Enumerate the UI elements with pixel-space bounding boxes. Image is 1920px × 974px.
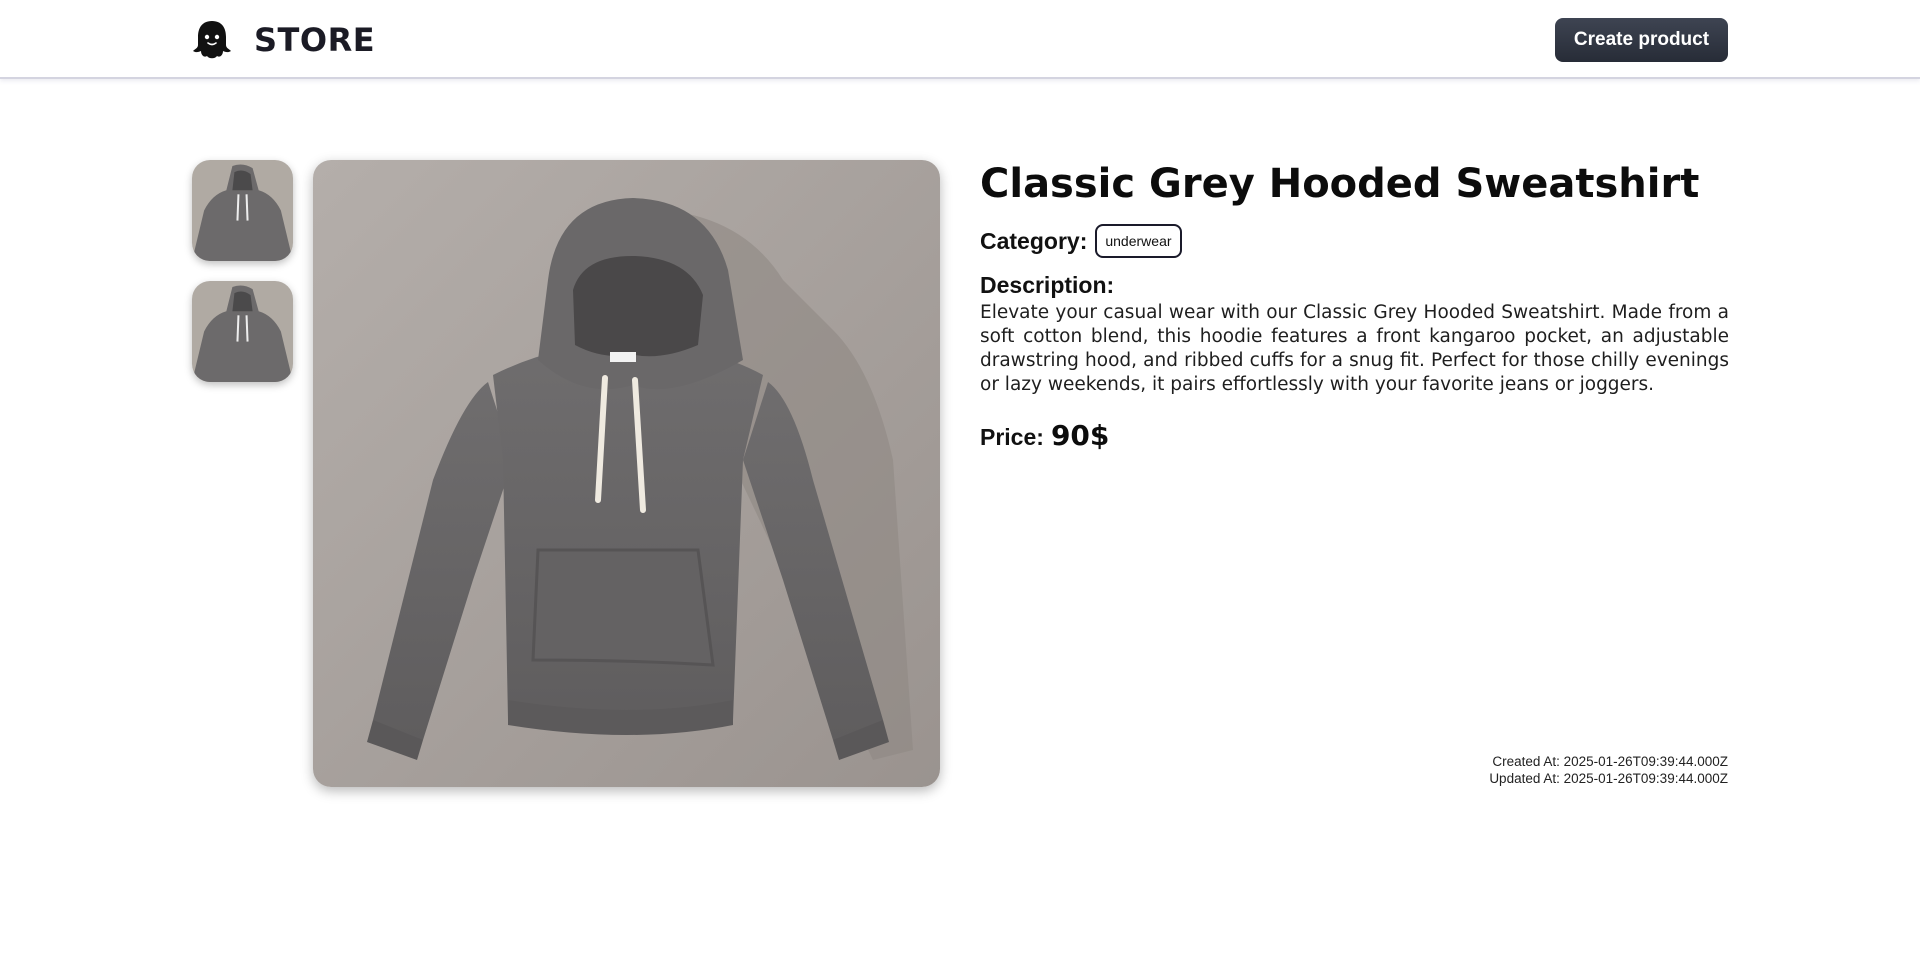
header: STORE Create product — [0, 0, 1920, 79]
price-value: 90$ — [1050, 419, 1110, 452]
thumbnail-image[interactable] — [192, 160, 293, 261]
category-row: Category: underwear — [980, 224, 1729, 258]
hoodie-thumbnail-icon — [192, 281, 293, 382]
category-badge[interactable]: underwear — [1095, 224, 1182, 258]
price-label: Price: — [980, 424, 1044, 450]
brand-name: STORE — [254, 21, 376, 59]
main-product-image — [313, 160, 940, 787]
thumbnail-image[interactable] — [192, 281, 293, 382]
category-label: Category: — [980, 227, 1088, 254]
product-details: Classic Grey Hooded Sweatshirt Category:… — [980, 155, 1729, 452]
hoodie-photo-icon — [313, 160, 940, 787]
description-label: Description: — [980, 272, 1115, 298]
price-row: Price: 90$ — [980, 419, 1729, 452]
create-product-button[interactable]: Create product — [1555, 18, 1728, 62]
hoodie-thumbnail-icon — [192, 160, 293, 261]
updated-at: Updated At: 2025-01-26T09:39:44.000Z — [1489, 771, 1728, 786]
created-at: Created At: 2025-01-26T09:39:44.000Z — [1492, 754, 1728, 769]
product-description: Elevate your casual wear with our Classi… — [980, 302, 1729, 395]
product-title: Classic Grey Hooded Sweatshirt — [980, 161, 1700, 207]
timestamps: Created At: 2025-01-26T09:39:44.000Z Upd… — [1380, 753, 1728, 787]
store-logo[interactable]: STORE — [190, 18, 375, 62]
ghost-icon — [193, 21, 231, 59]
